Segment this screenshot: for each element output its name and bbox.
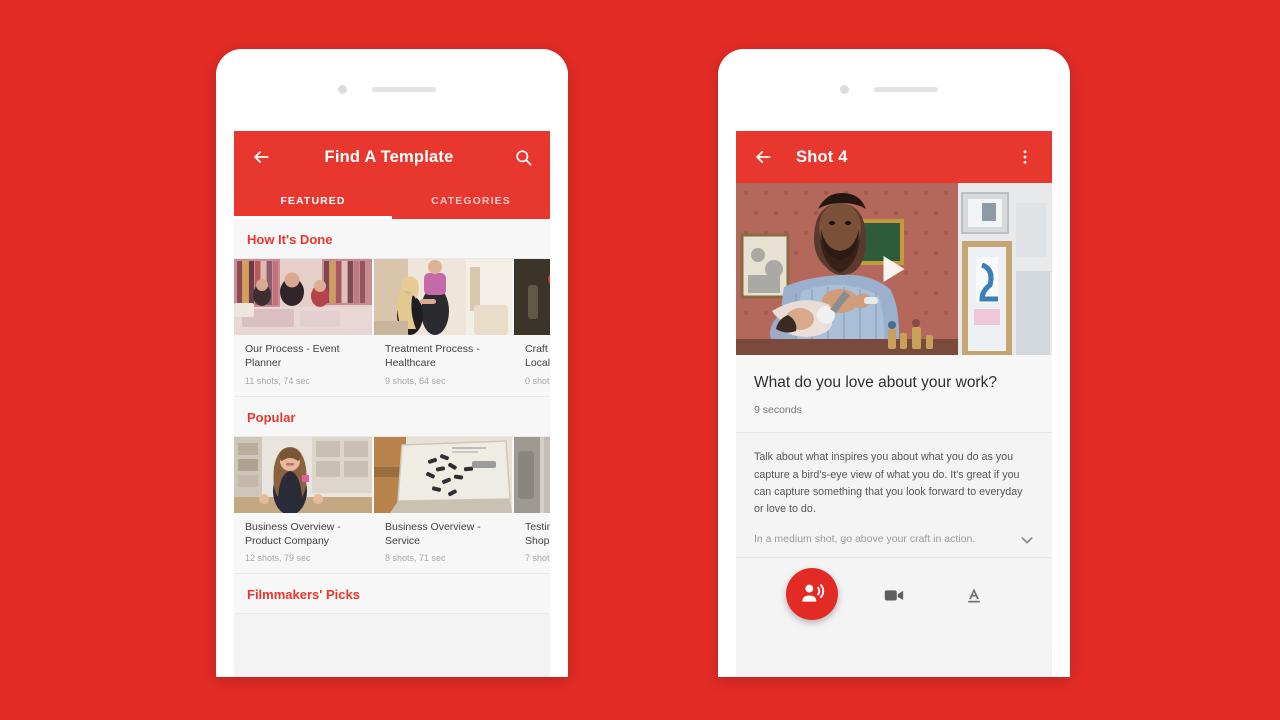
phone-right: Shot 4 What do you love about your work?…	[718, 49, 1070, 677]
list-item[interactable]: Business Overview - Service 8 shots, 71 …	[374, 436, 512, 564]
front-camera-dot	[338, 85, 347, 94]
shot-description: Talk about what inspires you about what …	[754, 451, 1023, 516]
record-button[interactable]	[786, 568, 838, 621]
chevron-down-icon[interactable]	[1016, 529, 1038, 551]
card-row-popular[interactable]: Business Overview - Product Company 12 s…	[234, 436, 550, 575]
tab-bar: FEATURED CATEGORIES	[234, 183, 550, 219]
left-screen: Find A Template FEATURED CATEGORIES How …	[234, 131, 550, 677]
tab-indicator	[234, 216, 392, 219]
earpiece-speaker	[372, 87, 436, 92]
phone-bezel-top	[216, 49, 568, 131]
more-vertical-icon[interactable]	[1012, 144, 1038, 170]
card-title: Testimon Shop	[514, 513, 550, 549]
card-row-how-its-done[interactable]: Our Process - Event Planner 11 shots, 74…	[234, 259, 550, 397]
phone-left: Find A Template FEATURED CATEGORIES How …	[216, 49, 568, 677]
tab-categories[interactable]: CATEGORIES	[392, 183, 550, 219]
text-format-icon[interactable]	[961, 582, 987, 608]
card-title: Business Overview - Service	[385, 520, 481, 547]
thumbnail-event-planner	[234, 259, 372, 335]
earpiece-speaker	[874, 87, 938, 92]
card-title: Our Process - Event Planner	[245, 343, 340, 369]
card-meta: 0 shots, 0 s	[525, 375, 550, 386]
thumbnail-local-shop	[514, 259, 550, 335]
section-heading-popular: Popular	[234, 396, 550, 437]
thumbnail-product-company	[234, 436, 372, 513]
back-icon[interactable]	[248, 144, 274, 170]
shot-title: Shot 4	[796, 147, 848, 166]
card-title-line1: Craft Proc	[525, 343, 550, 355]
card-meta: 7 shots, 47	[525, 553, 550, 564]
shot-note: In a medium shot, go above your craft in…	[754, 532, 976, 545]
card-title: Craft Proc Local Sho	[514, 335, 550, 371]
list-item[interactable]: Our Process - Event Planner 11 shots, 74…	[234, 259, 372, 386]
play-icon[interactable]	[883, 256, 905, 282]
card-title-line2: Shop	[525, 534, 550, 547]
right-appbar: Shot 4	[736, 131, 1052, 183]
card-meta: 12 shots, 79 sec	[245, 553, 311, 564]
thumbnail-testimonial-shop	[514, 436, 550, 513]
card-title: Treatment Process - Healthcare	[385, 343, 480, 369]
card-title: Business Overview - Product Company	[245, 520, 341, 547]
list-item[interactable]: Business Overview - Product Company 12 s…	[234, 436, 372, 564]
video-camera-icon[interactable]	[881, 582, 907, 608]
shot-duration: 9 seconds	[754, 404, 802, 417]
capture-toolbar	[736, 557, 1052, 650]
section-heading-filmmakers-picks: Filmmakers' Picks	[234, 574, 550, 615]
list-item[interactable]: Treatment Process - Healthcare 9 shots, …	[374, 259, 512, 386]
tab-featured[interactable]: FEATURED	[234, 183, 392, 219]
list-item[interactable]: Craft Proc Local Sho 0 shots, 0 s	[514, 259, 550, 386]
video-preview[interactable]	[736, 183, 1052, 355]
card-meta: 11 shots, 74 sec	[245, 375, 310, 386]
right-screen: Shot 4 What do you love about your work?…	[736, 131, 1052, 677]
power-button	[1069, 161, 1070, 215]
list-item[interactable]: Testimon Shop 7 shots, 47	[514, 436, 550, 564]
left-appbar: Find A Template	[234, 131, 550, 183]
shot-detail-header: What do you love about your work? 9 seco…	[736, 355, 1052, 434]
template-list[interactable]: How It's Done Our Process - Event Planne…	[234, 219, 550, 615]
front-camera-dot	[840, 85, 849, 94]
thumbnail-service	[374, 436, 512, 513]
section-heading-how-its-done: How It's Done	[234, 219, 550, 259]
search-icon[interactable]	[510, 144, 536, 170]
shot-question: What do you love about your work?	[754, 374, 997, 391]
back-icon[interactable]	[750, 144, 776, 170]
phone-bezel-top	[718, 49, 1070, 131]
card-meta: 8 shots, 71 sec	[385, 553, 446, 564]
power-button	[567, 161, 568, 215]
card-title-line1: Testimon	[525, 520, 550, 533]
page-title: Find A Template	[324, 147, 454, 166]
card-meta: 9 shots, 64 sec	[385, 375, 446, 386]
card-title-line2: Local Sho	[525, 356, 550, 369]
thumbnail-healthcare	[374, 259, 512, 335]
shot-description-panel[interactable]: Talk about what inspires you about what …	[736, 433, 1052, 558]
